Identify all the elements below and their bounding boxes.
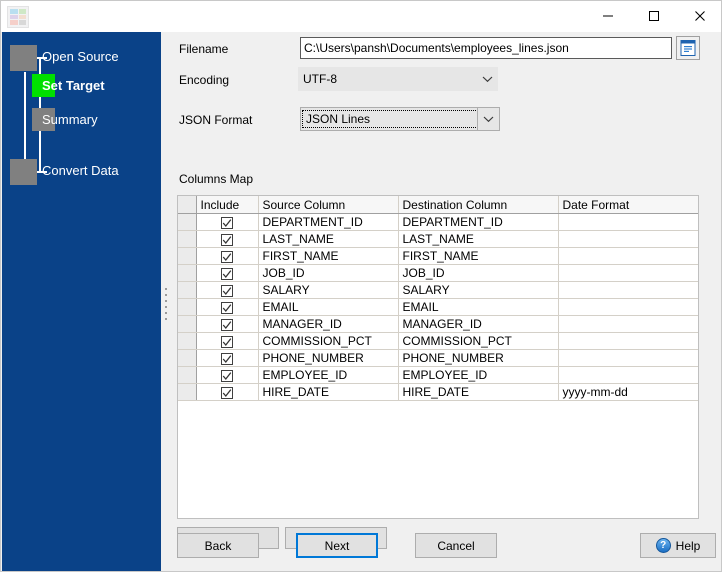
maximize-button[interactable] <box>631 1 677 31</box>
wizard-step-marker-open-source <box>10 45 37 71</box>
question-mark-icon: ? <box>655 538 671 553</box>
maximize-icon <box>649 11 659 21</box>
sidebar-step-convert-data[interactable]: Convert Data <box>42 164 119 177</box>
wizard-sidebar: Open Source Set Target Summary Convert D… <box>2 32 161 571</box>
sidebar-step-set-target[interactable]: Set Target <box>42 79 105 92</box>
minimize-button[interactable] <box>585 1 631 31</box>
help-button[interactable]: ? Help <box>640 533 716 558</box>
wizard-step-list: Open Source Set Target Summary Convert D… <box>2 32 161 192</box>
dialog-window: Open Source Set Target Summary Convert D… <box>0 0 722 572</box>
panel-splitter[interactable] <box>161 32 171 571</box>
close-button[interactable] <box>677 1 721 31</box>
sidebar-step-open-source[interactable]: Open Source <box>42 50 119 63</box>
close-icon <box>695 11 705 21</box>
navigation-button-bar: Back Next Cancel ? Help <box>171 32 721 571</box>
sidebar-step-summary[interactable]: Summary <box>42 113 98 126</box>
main-panel: Filename C:\Users\pansh\Documents\employ… <box>171 32 721 571</box>
title-bar <box>1 1 721 33</box>
help-button-label: Help <box>675 538 701 553</box>
app-grid-icon <box>7 6 29 28</box>
wizard-step-marker-convert-data <box>10 159 37 185</box>
connector-line-vertical-left <box>24 72 26 172</box>
back-button[interactable]: Back <box>177 533 259 558</box>
cancel-button[interactable]: Cancel <box>415 533 497 558</box>
next-button[interactable]: Next <box>296 533 378 558</box>
minimize-icon <box>603 15 613 17</box>
